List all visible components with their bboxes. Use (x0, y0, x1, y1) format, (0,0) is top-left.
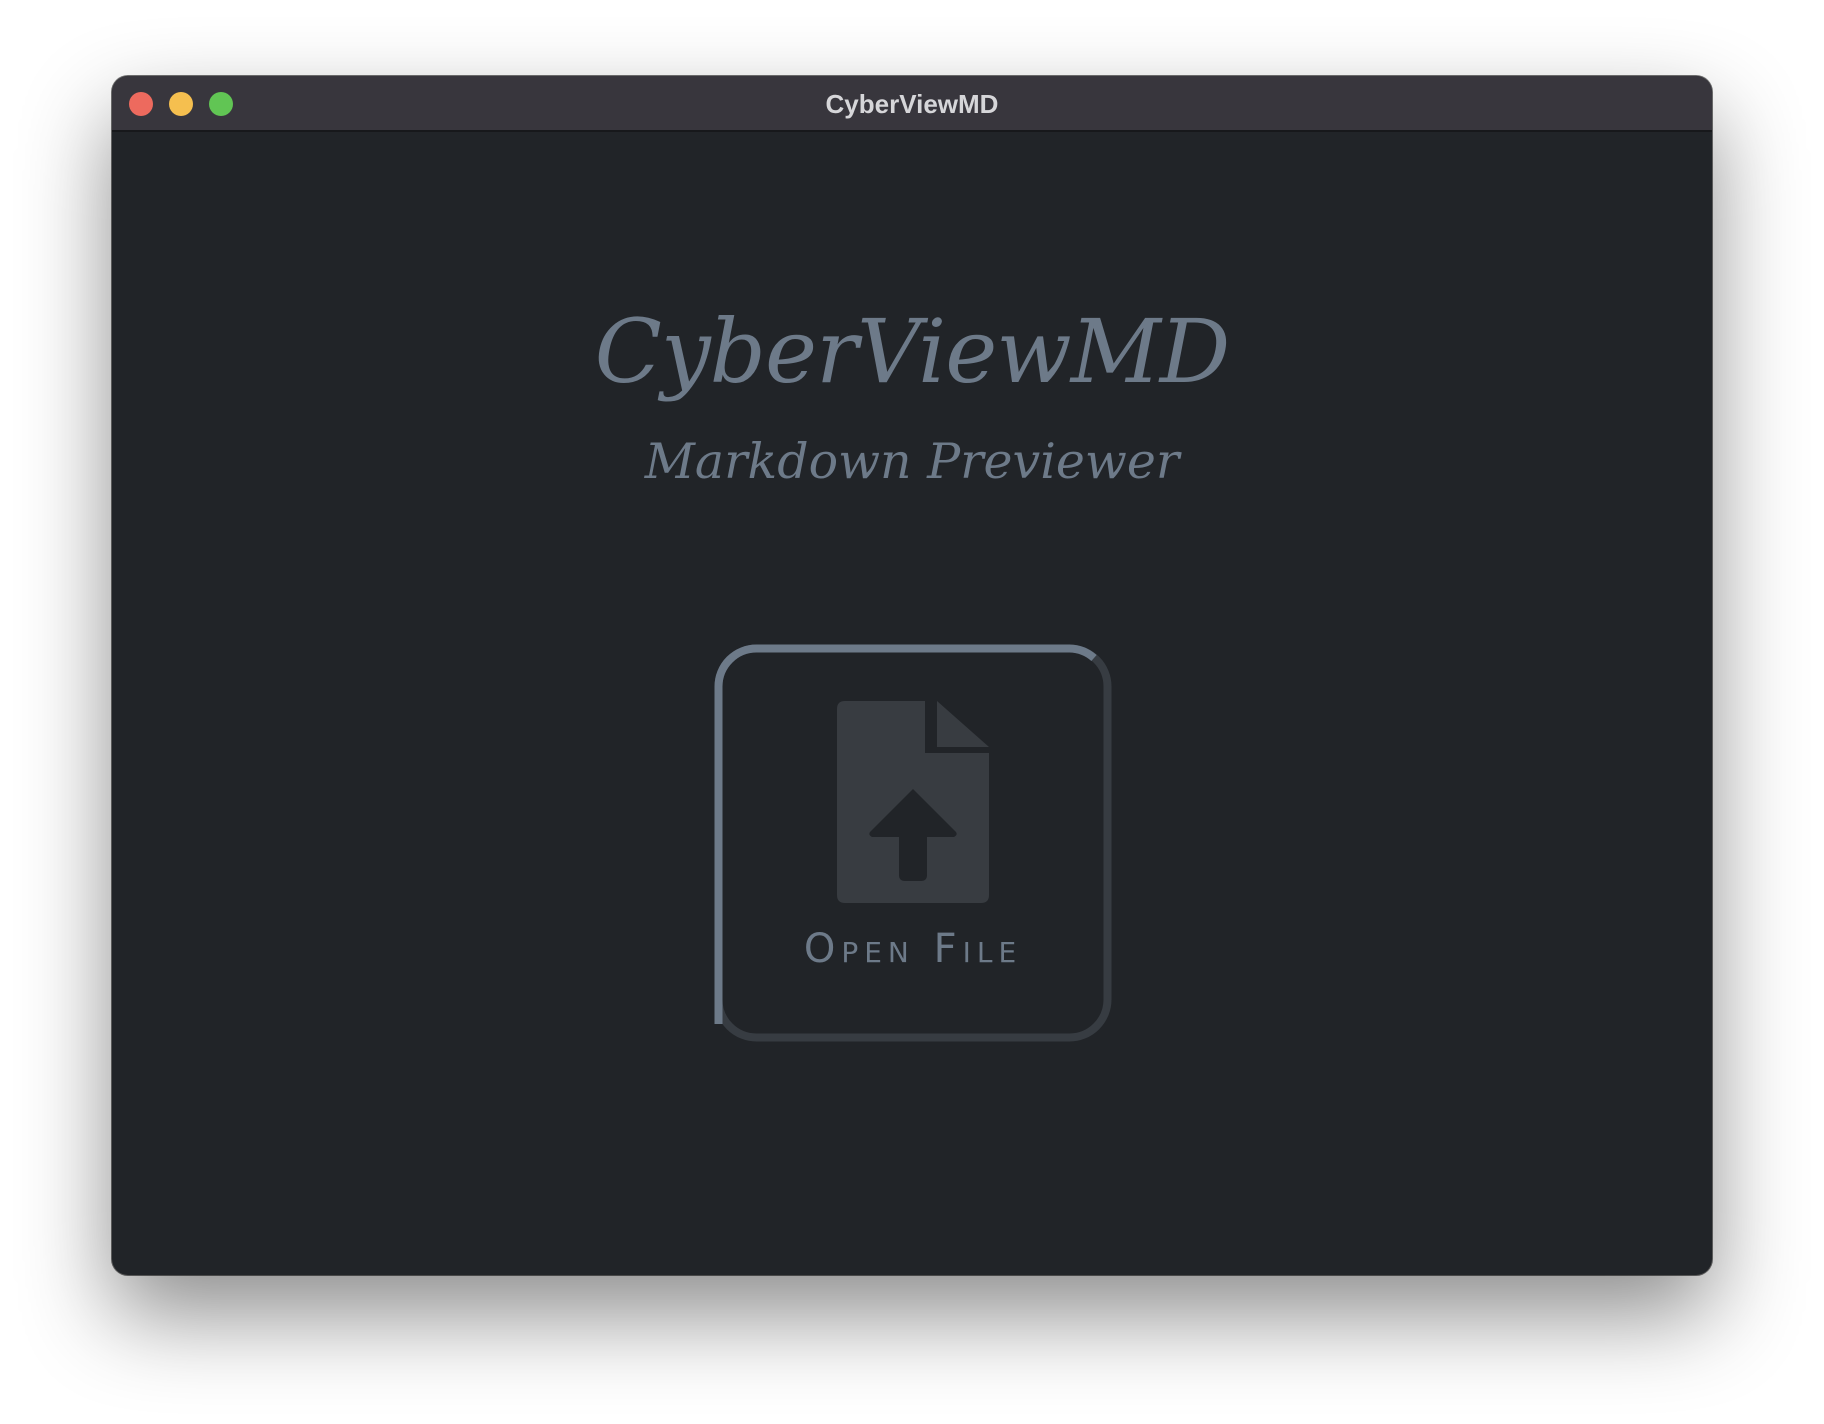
app-window: CyberViewMD CyberViewMD Markdown Preview… (112, 76, 1712, 1275)
main-content: CyberViewMD Markdown Previewer Open File (112, 132, 1712, 1275)
app-title: CyberViewMD (594, 300, 1231, 403)
open-file-label: Open File (803, 926, 1023, 972)
app-subtitle: Markdown Previewer (644, 433, 1180, 490)
window-title: CyberViewMD (825, 89, 999, 119)
title-bar[interactable]: CyberViewMD (112, 76, 1712, 132)
open-file-button[interactable]: Open File (714, 644, 1112, 1042)
file-upload-icon (837, 701, 989, 903)
